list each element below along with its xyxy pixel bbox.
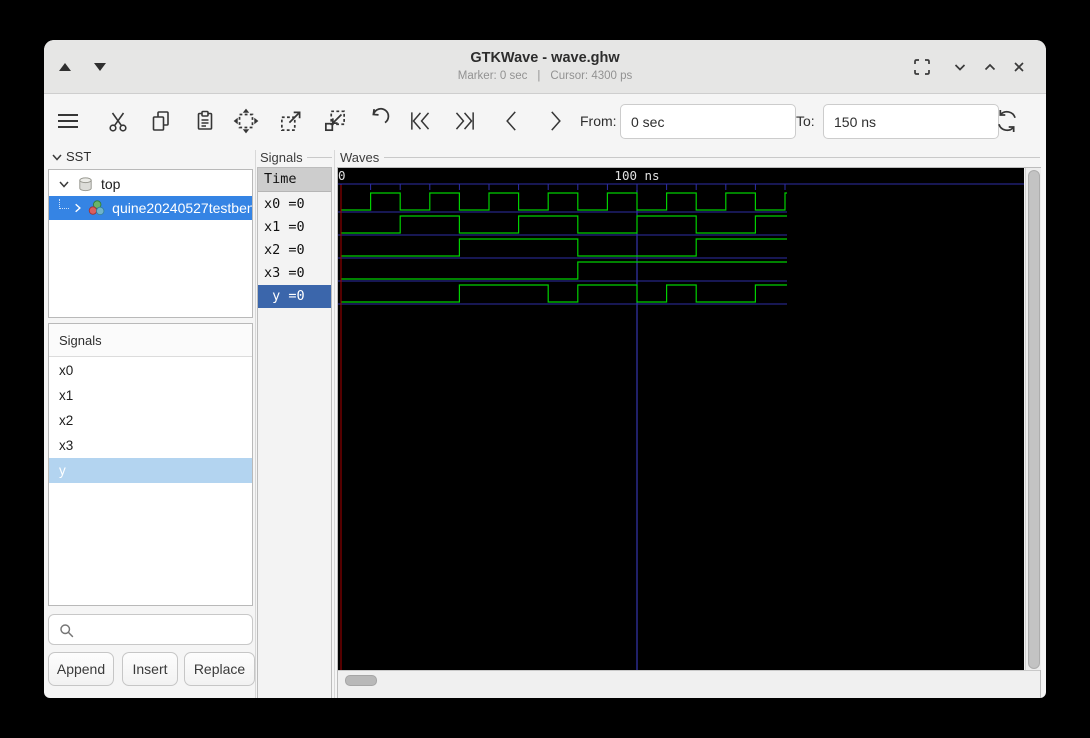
signal-list-item-x2[interactable]: x2 — [49, 408, 252, 433]
go-last-icon — [455, 112, 474, 130]
tree-node-top[interactable]: top — [49, 172, 252, 196]
copy-icon — [152, 111, 169, 131]
tree-node-testbench[interactable]: quine20240527testbenc — [49, 196, 252, 220]
from-label: From: — [580, 113, 617, 129]
close-icon — [1014, 62, 1024, 72]
tree-node-label: top — [101, 176, 121, 192]
zoom-in-button[interactable] — [275, 105, 307, 137]
wave-name-row-y[interactable]: y =0 — [258, 285, 331, 308]
status-line: Marker: 0 sec | Cursor: 4300 ps — [44, 70, 1046, 82]
sst-label: SST — [66, 149, 92, 164]
svg-text:100 ns: 100 ns — [614, 168, 659, 183]
sst-tree-panel: top quine20240527testbenc — [48, 169, 253, 318]
waves-hscrollbar[interactable] — [338, 670, 1040, 698]
waves-vscrollbar[interactable] — [1025, 168, 1041, 670]
undo-button[interactable] — [362, 105, 394, 137]
menu-icon — [58, 113, 78, 129]
sst-expander[interactable]: SST — [50, 149, 91, 164]
time-column-frame-label: Signals — [260, 150, 307, 165]
go-first-button[interactable] — [405, 105, 437, 137]
go-next-button[interactable] — [539, 105, 571, 137]
scrollbar-thumb[interactable] — [345, 675, 377, 686]
minimize-button[interactable] — [947, 54, 973, 80]
copy-button[interactable] — [145, 105, 177, 137]
zoom-in-icon — [280, 111, 301, 132]
frame-line — [384, 157, 1040, 158]
tree-indent-guide — [59, 199, 70, 209]
search-input[interactable] — [79, 619, 248, 641]
svg-text:0: 0 — [338, 168, 346, 183]
gtkwave-window: GTKWave - wave.ghw Marker: 0 sec | Cursor:… — [44, 40, 1046, 698]
reload-button[interactable] — [991, 105, 1023, 137]
signals-list-panel: Signals x0 x1 x2 x3 y — [48, 323, 253, 606]
cut-button[interactable] — [102, 105, 134, 137]
from-input[interactable] — [620, 104, 796, 139]
go-previous-button[interactable] — [496, 105, 528, 137]
waves-frame-label: Waves — [340, 150, 384, 165]
time-header: Time — [258, 168, 331, 192]
to-label: To: — [796, 113, 815, 129]
to-input[interactable] — [823, 104, 999, 139]
signal-list-item-x0[interactable]: x0 — [49, 358, 252, 383]
menu-button[interactable] — [52, 105, 84, 137]
chevron-right-icon — [75, 203, 82, 213]
wave-canvas[interactable]: 0 100 ns — [338, 168, 1024, 670]
signal-search-box — [48, 614, 253, 645]
go-last-button[interactable] — [448, 105, 480, 137]
pane-separator[interactable] — [255, 150, 256, 698]
pane-separator[interactable] — [334, 150, 335, 698]
wave-name-row-x0[interactable]: x0 =0 — [258, 193, 331, 216]
database-icon — [79, 176, 92, 191]
time-column-panel: Time x0 =0 x1 =0 x2 =0 x3 =0 y =0 — [257, 167, 332, 698]
marker-status: Marker: 0 sec — [457, 70, 528, 82]
signal-list-item-y[interactable]: y — [49, 458, 252, 483]
fullscreen-button[interactable] — [909, 54, 935, 80]
zoom-out-icon — [324, 110, 346, 132]
waveform-plot[interactable]: 0 100 ns — [338, 168, 1024, 670]
toolbar: From: To: — [44, 94, 1046, 148]
go-first-icon — [411, 112, 430, 130]
undo-icon — [372, 107, 390, 124]
fullscreen-icon — [914, 59, 930, 75]
append-button[interactable]: Append — [48, 652, 114, 686]
tree-node-label: quine20240527testbenc — [112, 200, 252, 216]
window-title: GTKWave - wave.ghw — [470, 50, 620, 66]
replace-button[interactable]: Replace — [184, 652, 255, 686]
paste-icon — [197, 110, 213, 130]
chevron-down-icon — [59, 181, 69, 188]
insert-button[interactable]: Insert — [122, 652, 178, 686]
zoom-fit-button[interactable] — [230, 105, 262, 137]
titlebar[interactable]: GTKWave - wave.ghw Marker: 0 sec | Cursor:… — [44, 40, 1046, 94]
wave-name-row-x2[interactable]: x2 =0 — [258, 239, 331, 262]
chevron-down-icon — [954, 64, 966, 71]
signal-list-item-x3[interactable]: x3 — [49, 433, 252, 458]
frame-line — [307, 157, 332, 158]
wave-name-row-x1[interactable]: x1 =0 — [258, 216, 331, 239]
chevron-up-icon — [984, 63, 996, 71]
cut-icon — [109, 112, 127, 132]
chevron-down-icon — [52, 154, 62, 161]
zoom-out-button[interactable] — [319, 105, 351, 137]
status-separator: | — [537, 70, 541, 82]
go-next-icon — [551, 111, 561, 131]
search-icon — [60, 624, 74, 638]
close-button[interactable] — [1006, 54, 1032, 80]
wave-name-row-x3[interactable]: x3 =0 — [258, 262, 331, 285]
go-previous-icon — [506, 111, 516, 131]
signal-list-item-x1[interactable]: x1 — [49, 383, 252, 408]
maximize-button[interactable] — [977, 54, 1003, 80]
module-icon — [89, 200, 105, 216]
signals-list-header: Signals — [49, 324, 252, 357]
paste-button[interactable] — [189, 105, 221, 137]
zoom-fit-icon — [233, 108, 259, 134]
waves-panel: 0 100 ns — [337, 167, 1041, 698]
reload-icon — [998, 110, 1016, 132]
scrollbar-thumb[interactable] — [1028, 170, 1040, 669]
desktop: { "window": { "title": "GTKWave - wave.g… — [0, 0, 1090, 738]
cursor-status: Cursor: 4300 ps — [550, 70, 633, 82]
